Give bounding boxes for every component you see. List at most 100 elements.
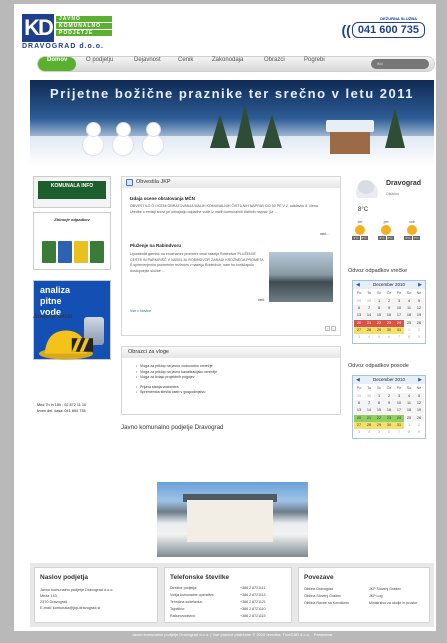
search-input[interactable]: išči xyxy=(371,59,429,69)
calendar-day[interactable]: 9 xyxy=(384,399,394,407)
calendar-day[interactable]: 25 xyxy=(404,414,414,422)
form-link[interactable]: Sprememba števila oseb v gospodinjstvu xyxy=(136,390,217,396)
calendar-day[interactable]: 20 xyxy=(354,414,364,422)
calendar-day[interactable]: 14 xyxy=(364,312,374,320)
calendar-day[interactable]: 13 xyxy=(354,312,364,320)
calendar-day[interactable]: 3 xyxy=(354,334,364,341)
calendar-day[interactable]: 2 xyxy=(384,297,394,305)
calendar-day[interactable]: 24 xyxy=(394,319,404,327)
footer-link[interactable]: Občina Dravograd xyxy=(304,587,362,592)
address-email[interactable]: E-mail: komunala@jkp-dravograd.si xyxy=(40,605,113,611)
calendar-prev-icon[interactable]: ◀ xyxy=(356,281,360,289)
calendar-day[interactable]: 20 xyxy=(354,319,364,327)
phone-number[interactable]: 041 600 735 xyxy=(351,22,425,38)
calendar-day[interactable]: 31 xyxy=(394,327,404,335)
footer-link[interactable]: JKP Slovenj Gradec xyxy=(369,587,427,592)
calendar-day[interactable]: 22 xyxy=(374,414,384,422)
calendar-day[interactable]: 6 xyxy=(354,304,364,312)
calendar-day[interactable]: 3 xyxy=(394,297,404,305)
calendar-day[interactable]: 27 xyxy=(354,422,364,430)
calendar-day[interactable]: 5 xyxy=(414,392,424,400)
calendar-prev-icon[interactable]: ◀ xyxy=(356,376,360,384)
calendar-day[interactable]: 26 xyxy=(414,414,424,422)
pager-prev-button[interactable]: < xyxy=(325,326,330,331)
calendar-day[interactable]: 29 xyxy=(354,298,364,305)
calendar-next-icon[interactable]: ▶ xyxy=(418,376,422,384)
calendar-day[interactable]: 19 xyxy=(414,407,424,415)
calendar-day[interactable]: 7 xyxy=(394,334,404,341)
calendar-day[interactable]: 21 xyxy=(364,319,374,327)
komunala-info-banner[interactable]: KOMUNALA INFO xyxy=(33,176,111,208)
calendar-day[interactable]: 30 xyxy=(364,298,374,305)
calendar-day[interactable]: 7 xyxy=(364,399,374,407)
footer-link[interactable]: Ministrstvo za okolje in prostor xyxy=(369,601,427,606)
calendar-day[interactable]: 6 xyxy=(384,429,394,436)
calendar-day[interactable]: 11 xyxy=(404,399,414,407)
calendar-day[interactable]: 1 xyxy=(374,392,384,400)
calendar-day[interactable]: 26 xyxy=(414,319,424,327)
nav-zakonodaja[interactable]: Zakonodaja xyxy=(212,57,243,71)
calendar-day[interactable]: 22 xyxy=(374,319,384,327)
calendar-day[interactable]: 25 xyxy=(404,319,414,327)
calendar-day[interactable]: 21 xyxy=(364,414,374,422)
read-more-link[interactable]: več. xyxy=(258,297,265,302)
calendar-day[interactable]: 8 xyxy=(404,334,414,341)
calendar-day[interactable]: 2 xyxy=(384,392,394,400)
calendar-day[interactable]: 31 xyxy=(394,422,404,430)
nav-cenik[interactable]: Cenik xyxy=(178,57,193,71)
calendar-next-icon[interactable]: ▶ xyxy=(418,281,422,289)
calendar-day[interactable]: 8 xyxy=(374,399,384,407)
calendar-day[interactable]: 9 xyxy=(414,334,424,341)
pager-next-button[interactable]: > xyxy=(331,326,336,331)
nav-obrazci[interactable]: Obrazci xyxy=(264,57,285,71)
calendar-day[interactable]: 18 xyxy=(404,407,414,415)
calendar-day[interactable]: 5 xyxy=(374,334,384,341)
calendar-day[interactable]: 16 xyxy=(384,407,394,415)
calendar-day[interactable]: 14 xyxy=(364,407,374,415)
calendar-day[interactable]: 30 xyxy=(384,422,394,430)
calendar-day[interactable]: 23 xyxy=(384,319,394,327)
calendar-day[interactable]: 4 xyxy=(404,392,414,400)
calendar-day[interactable]: 16 xyxy=(384,312,394,320)
calendar-day[interactable]: 30 xyxy=(364,393,374,400)
logo[interactable]: KD JAVNO KOMUNALNO PODJETJE DRAVOGRAD d.… xyxy=(22,14,114,50)
waste-collection-banner[interactable]: Zbiranje odpadkov xyxy=(33,212,111,270)
calendar-day[interactable]: 30 xyxy=(384,327,394,335)
calendar-day[interactable]: 4 xyxy=(364,334,374,341)
calendar-day[interactable]: 28 xyxy=(364,422,374,430)
calendar-day[interactable]: 7 xyxy=(364,304,374,312)
calendar-day[interactable]: 8 xyxy=(374,304,384,312)
calendar-day[interactable]: 3 xyxy=(394,392,404,400)
calendar-day[interactable]: 1 xyxy=(404,327,414,334)
calendar-day[interactable]: 29 xyxy=(374,327,384,335)
calendar-day[interactable]: 28 xyxy=(364,327,374,335)
calendar-day[interactable]: 18 xyxy=(404,312,414,320)
calendar-day[interactable]: 23 xyxy=(384,414,394,422)
calendar-day[interactable]: 12 xyxy=(414,304,424,312)
calendar-day[interactable]: 4 xyxy=(364,429,374,436)
nav-pogrebi[interactable]: Pogrebi xyxy=(304,57,325,71)
news-item-heading[interactable]: Pluženje na Rabindvoru xyxy=(130,243,181,248)
calendar-day[interactable]: 9 xyxy=(384,304,394,312)
calendar-day[interactable]: 7 xyxy=(394,429,404,436)
calendar-day[interactable]: 19 xyxy=(414,312,424,320)
footer-link[interactable]: JKP Log xyxy=(369,594,427,599)
calendar-day[interactable]: 6 xyxy=(354,399,364,407)
calendar-day[interactable]: 6 xyxy=(384,334,394,341)
calendar-day[interactable]: 2 xyxy=(414,422,424,429)
calendar-day[interactable]: 2 xyxy=(414,327,424,334)
calendar-day[interactable]: 17 xyxy=(394,407,404,415)
calendar-day[interactable]: 5 xyxy=(374,429,384,436)
all-news-link[interactable]: Vse v Novice xyxy=(130,309,151,313)
footer-link[interactable]: Občina Slovenj Gradec xyxy=(304,594,362,599)
calendar-day[interactable]: 10 xyxy=(394,399,404,407)
calendar-day[interactable]: 29 xyxy=(354,393,364,400)
calendar-day[interactable]: 13 xyxy=(354,407,364,415)
calendar-day[interactable]: 3 xyxy=(354,429,364,436)
calendar-day[interactable]: 29 xyxy=(374,422,384,430)
nav-dejavnost[interactable]: Dejavnost xyxy=(134,57,161,71)
calendar-day[interactable]: 1 xyxy=(404,422,414,429)
calendar-day[interactable]: 8 xyxy=(404,429,414,436)
news-item-image[interactable] xyxy=(269,252,333,302)
calendar-day[interactable]: 5 xyxy=(414,297,424,305)
